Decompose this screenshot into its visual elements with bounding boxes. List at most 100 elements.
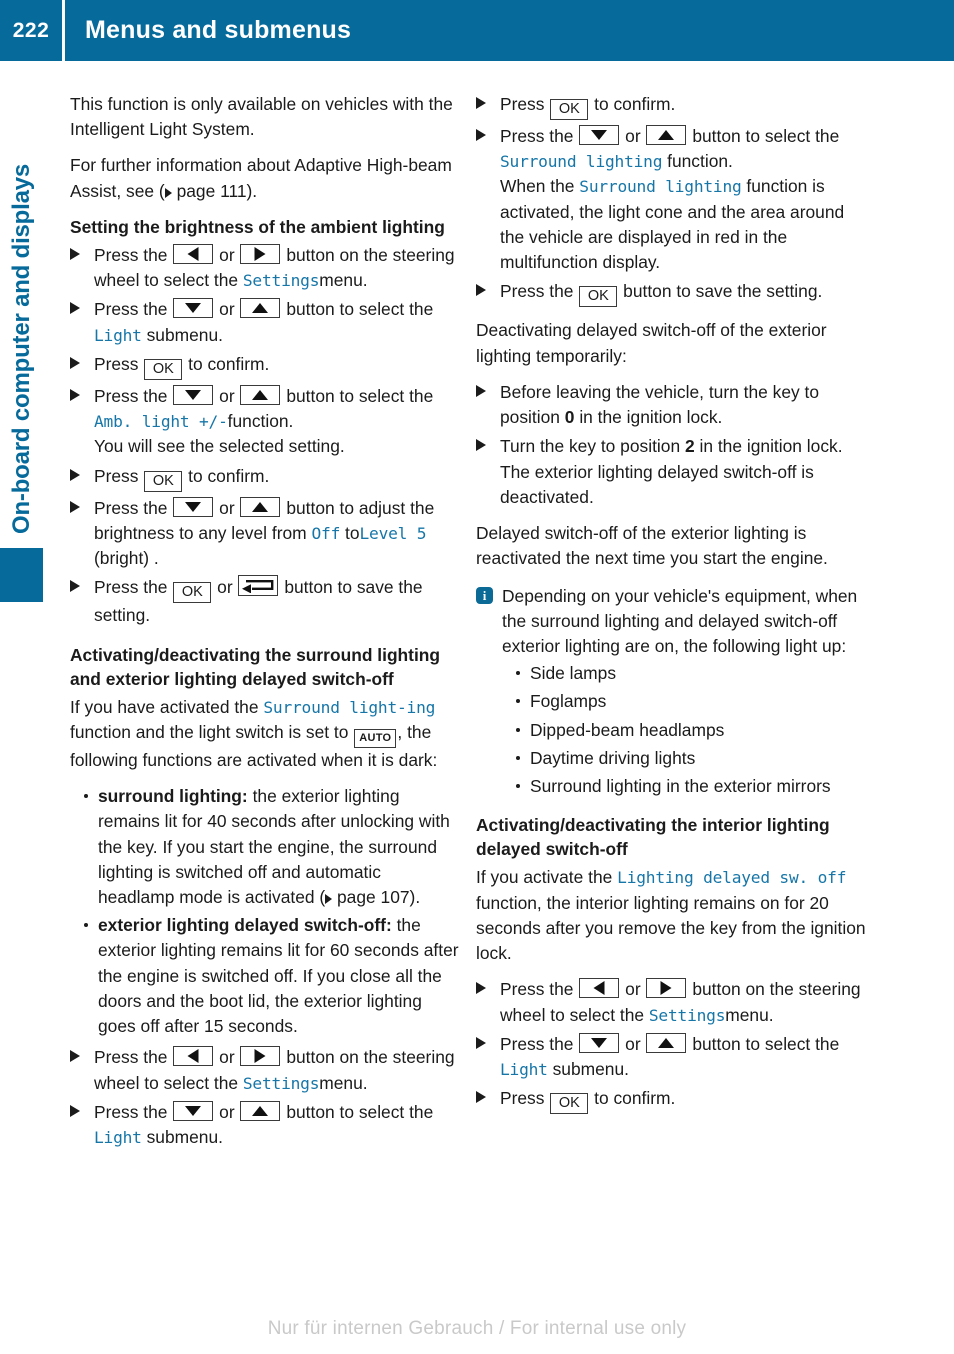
ok-button-icon[interactable]: OK [173, 582, 212, 604]
step-content: Turn the key to position 2 in the igniti… [500, 434, 868, 510]
step-item: Press OK to confirm. [476, 1086, 868, 1115]
list-item-label: Side lamps [530, 663, 617, 684]
bullet-label: exterior lighting delayed switch-off: [98, 915, 392, 936]
step-text: button to select the [692, 126, 840, 146]
step-item: Press the or button to select the Amb. l… [70, 384, 462, 460]
down-arrow-icon[interactable] [579, 125, 620, 145]
step-item: Press the or button to select the Light … [476, 1032, 868, 1082]
down-arrow-icon[interactable] [173, 298, 214, 319]
step-text: submenu. [146, 324, 223, 345]
heading-ambient-brightness: Setting the brightness of the ambient li… [70, 216, 445, 237]
right-column: Press OK to confirm. Press the or button… [476, 92, 868, 1118]
ok-button-icon[interactable]: OK [550, 99, 589, 120]
left-arrow-icon[interactable] [173, 243, 214, 264]
step-text-or: or [219, 1101, 235, 1122]
info-icon: i [476, 586, 493, 604]
menu-name-settings: Settings [242, 1073, 320, 1093]
step-text: menu. [319, 270, 368, 291]
chapter-label: On-board computer and displays [0, 120, 44, 550]
back-button-icon[interactable] [238, 575, 279, 597]
step-text-or: or [625, 979, 641, 1000]
ok-button-icon[interactable]: OK [144, 470, 183, 492]
step-triangle-icon [476, 982, 486, 995]
step-triangle-icon [476, 284, 486, 297]
step-note-a: When the [500, 176, 575, 197]
step-text: button to select the [286, 299, 434, 320]
page-ref-triangle-icon [325, 893, 333, 904]
intro-paragraph-2: For further information about Adaptive H… [70, 153, 462, 203]
step-content: Press the or button on the steering whee… [500, 977, 868, 1027]
step-triangle-icon [476, 1091, 486, 1104]
list-item-label: Foglamps [530, 691, 607, 712]
list-item-label: Surround lighting in the exterior mirror… [530, 776, 831, 797]
step-item: Press OK to confirm. [70, 352, 462, 380]
step-text: Press [500, 94, 545, 114]
auto-button-icon[interactable]: AUTO [354, 728, 397, 748]
step-item: Press the OK button to save the setting. [476, 279, 868, 308]
step-text: submenu. [552, 1059, 629, 1080]
down-arrow-icon[interactable] [173, 384, 214, 405]
list-item: exterior lighting delayed switch-off: th… [78, 913, 462, 1039]
right-arrow-icon[interactable] [646, 978, 687, 999]
step-text: Press the [500, 979, 574, 1000]
list-item-label: Dipped-beam headlamps [530, 719, 725, 740]
step-triangle-icon [70, 1104, 80, 1117]
step-triangle-icon [70, 580, 80, 593]
key-position-value: 0 [564, 407, 575, 428]
step-content: Press OK to confirm. [94, 352, 462, 380]
down-arrow-icon[interactable] [173, 1100, 214, 1121]
bullet-dot-icon [516, 671, 520, 676]
step-text: Press the [94, 244, 168, 265]
step-content: Press the or button to select the Light … [94, 297, 462, 347]
list-item: Dipped-beam headlamps [510, 718, 868, 743]
step-item: Press the or button on the steering whee… [70, 243, 462, 293]
menu-name-light: Light [94, 325, 142, 345]
step-text: Press the [500, 281, 574, 302]
function-name-surround-lighting: Surround lighting [579, 177, 742, 197]
right-arrow-icon[interactable] [240, 243, 281, 264]
para-text: function and the light switch is set to [70, 721, 349, 742]
para-text: function, the interior lighting remains … [476, 892, 866, 964]
step-text: Press the [94, 299, 168, 320]
step-text: Press the [94, 577, 168, 598]
step-text: Press the [94, 385, 168, 406]
left-arrow-icon[interactable] [173, 1046, 214, 1067]
page-ref-triangle-icon [164, 187, 172, 198]
step-text: Press [94, 465, 139, 486]
menu-name-settings: Settings [648, 1005, 726, 1025]
function-name-lighting-delayed: Lighting delayed sw. off [617, 868, 847, 888]
info-note-text: Depending on your vehicle's equipment, w… [502, 585, 858, 656]
step-item: Press the or button on the steering whee… [70, 1045, 462, 1095]
step-text: in the ignition lock. [579, 407, 723, 428]
up-arrow-icon[interactable] [646, 1032, 687, 1053]
step-note: You will see the selected setting. [94, 436, 345, 457]
up-arrow-icon[interactable] [240, 384, 281, 405]
step-content: Press the or button on the steering whee… [94, 1045, 462, 1095]
ok-button-icon[interactable]: OK [144, 358, 183, 380]
list-item: surround lighting: the exterior lighting… [78, 784, 462, 910]
up-arrow-icon[interactable] [240, 298, 281, 319]
function-name-surround-lighting: Surround lighting [500, 152, 663, 172]
bullet-dot-icon [516, 727, 520, 732]
down-arrow-icon[interactable] [579, 1032, 620, 1053]
surround-lighting-paragraph: If you have activated the Surround light… [70, 695, 462, 773]
up-arrow-icon[interactable] [240, 1100, 281, 1121]
step-item: Press the or button to select the Light … [70, 1100, 462, 1150]
function-name-surround-lighting: Surround light-ing [263, 697, 436, 717]
ok-button-icon[interactable]: OK [579, 286, 618, 308]
up-arrow-icon[interactable] [646, 125, 687, 145]
down-arrow-icon[interactable] [173, 496, 214, 517]
step-text: to confirm. [188, 465, 270, 486]
ok-button-icon[interactable]: OK [550, 1093, 589, 1115]
left-arrow-icon[interactable] [579, 978, 620, 999]
info-note: i Depending on your vehicle's equipment,… [476, 584, 868, 800]
deactivating-paragraph: Deactivating delayed switch-off of the e… [476, 320, 827, 366]
up-arrow-icon[interactable] [240, 496, 281, 517]
intro-2-text-a: For further information about Adaptive H… [70, 155, 452, 201]
step-triangle-icon [70, 356, 80, 369]
key-position-value: 2 [684, 436, 695, 457]
menu-name-amb-light: Amb. light +/- [94, 412, 228, 432]
step-text-or: or [219, 299, 235, 320]
right-arrow-icon[interactable] [240, 1046, 281, 1067]
step-text: to confirm. [594, 1088, 676, 1109]
